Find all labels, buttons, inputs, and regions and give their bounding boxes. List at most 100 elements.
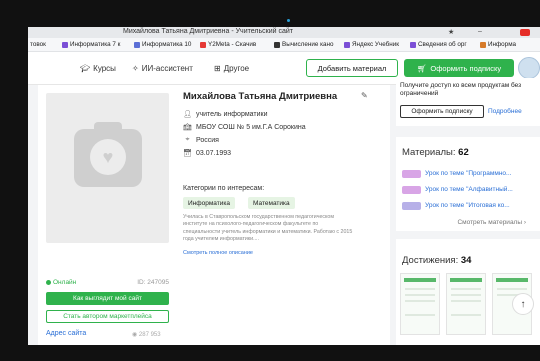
certificate-line xyxy=(405,314,435,316)
certificate-line xyxy=(451,300,481,302)
bookmark-item[interactable]: Яндекс Учебник xyxy=(344,41,399,48)
bookmark-item[interactable]: Вычисление кано xyxy=(274,41,333,48)
categories-title: Категории по интересам: xyxy=(183,185,265,192)
certificate-line xyxy=(451,314,481,316)
nav-ai-assistant[interactable]: ✧ ИИ-ассистент xyxy=(132,64,193,73)
bookmark-favicon-icon xyxy=(410,41,416,48)
full-description-link[interactable]: Смотреть полное описание xyxy=(183,250,253,256)
bookmark-favicon-icon xyxy=(134,41,140,48)
category-chip[interactable]: Информатика xyxy=(183,197,235,209)
site-address-link[interactable]: Адрес сайта xyxy=(46,330,86,337)
nav-label: Курсы xyxy=(93,64,116,73)
material-item[interactable]: Урок по теме "Алфавитный... xyxy=(402,185,513,194)
profile-country: ⌖ Россия xyxy=(183,136,219,144)
bookmark-item[interactable]: Информа xyxy=(480,41,516,48)
achievements-heading: Достижения: 34 xyxy=(402,255,471,266)
views-counter: ◉ 287 953 xyxy=(132,331,161,338)
certificate-band xyxy=(404,278,436,282)
window-title: Михайлова Татьяна Дмитриевна - Учительск… xyxy=(123,28,293,35)
material-tag xyxy=(402,185,421,194)
grid-icon: ⊞ xyxy=(214,64,221,73)
achievements-count: 34 xyxy=(460,255,472,266)
see-materials-link[interactable]: Смотреть материалы › xyxy=(457,219,526,226)
add-material-button[interactable]: Добавить материал xyxy=(306,59,398,77)
material-tag xyxy=(402,201,421,210)
edit-pencil-icon[interactable]: ✎ xyxy=(361,91,368,100)
material-tag xyxy=(402,169,421,178)
materials-heading: Материалы: 62 xyxy=(402,147,469,158)
promo-more-link[interactable]: Подробнее xyxy=(488,108,522,115)
certificate-thumbnail[interactable] xyxy=(400,273,440,335)
material-title: Урок по теме "Программно... xyxy=(425,170,512,177)
user-avatar[interactable] xyxy=(518,57,540,79)
bookmark-label: Информатика 7 к xyxy=(70,41,121,48)
bookmark-item[interactable]: Информатика 10 xyxy=(134,41,191,48)
school-icon: 🏫︎ xyxy=(183,124,192,131)
material-title: Урок по теме "Итоговая ко... xyxy=(425,202,510,209)
achievements-panel: Достижения: 34 xyxy=(396,239,540,345)
material-item[interactable]: Урок по теме "Итоговая ко... xyxy=(402,201,510,210)
material-title: Урок по теме "Алфавитный... xyxy=(425,186,513,193)
bookmark-favicon-icon xyxy=(62,41,68,48)
bookmark-label: Информатика 10 xyxy=(142,41,192,48)
nav-courses[interactable]: 🎓︎ Курсы xyxy=(80,64,116,73)
minimize-icon[interactable]: – xyxy=(478,28,482,35)
certificate-line xyxy=(405,300,435,302)
person-icon: 👤︎ xyxy=(183,111,192,118)
nav-other[interactable]: ⊞ Другое xyxy=(214,64,249,73)
certificate-line xyxy=(405,294,435,296)
school-text: МБОУ СОШ № 5 им.Г.А Сорокина xyxy=(196,123,306,131)
achievements-label: Достижения: xyxy=(402,255,459,266)
profile-id: ID: 247095 xyxy=(137,279,169,286)
bookmark-label: Вычисление кано xyxy=(282,41,334,48)
country-text: Россия xyxy=(196,136,219,144)
materials-count: 62 xyxy=(458,147,469,158)
bookmark-label: Информа xyxy=(488,41,517,48)
profile-photo-placeholder[interactable]: ♥ xyxy=(46,93,169,243)
bookmark-label: Яндекс Учебник xyxy=(352,41,399,48)
online-label: Онлайн xyxy=(53,279,77,286)
promo-subscribe-button[interactable]: Оформить подписку xyxy=(400,105,484,118)
material-item[interactable]: Урок по теме "Программно... xyxy=(402,169,511,178)
bookmark-favicon-icon xyxy=(274,41,280,48)
calendar-icon: 📅︎ xyxy=(183,150,192,157)
position-text: учитель информатики xyxy=(196,110,268,118)
bookmark-label: Y2Meta - Скачив xyxy=(208,41,257,48)
profile-date: 📅︎ 03.07.1993 xyxy=(183,149,231,158)
profile-position: 👤︎ учитель информатики xyxy=(183,110,268,119)
bookmark-item[interactable]: Y2Meta - Скачив xyxy=(200,41,256,48)
youtube-icon[interactable] xyxy=(520,29,530,36)
scroll-to-top-button[interactable]: ↑ xyxy=(512,293,534,315)
bookmark-item[interactable]: товок xyxy=(30,41,46,48)
heart-icon: ♥ xyxy=(90,139,126,175)
subscribe-label: Оформить подписку xyxy=(430,63,502,73)
bookmark-item[interactable]: Сведения об орг xyxy=(410,41,467,48)
profile-school: 🏫︎ МБОУ СОШ № 5 им.Г.А Сорокина xyxy=(183,123,306,132)
cart-icon: 🛒︎ xyxy=(416,63,427,73)
subscription-promo: Получите доступ ко всем продуктам без ог… xyxy=(396,78,540,126)
window-titlebar: Михайлова Татьяна Дмитриевна - Учительск… xyxy=(28,27,540,38)
laptop-frame: Михайлова Татьяна Дмитриевна - Учительск… xyxy=(0,0,540,361)
graduation-cap-icon: 🎓︎ xyxy=(80,64,91,73)
bookmarks-bar: товок Информатика 7 к Информатика 10 Y2M… xyxy=(28,38,540,52)
certificate-line xyxy=(451,294,481,296)
materials-panel: Материалы: 62 Урок по теме "Программно..… xyxy=(396,137,540,231)
bookmark-favicon-icon xyxy=(480,41,486,48)
profile-card: ♥ Онлайн ID: 247095 Как выглядит мой сай… xyxy=(38,85,390,345)
bookmark-star-icon[interactable]: ★ xyxy=(448,28,454,36)
eye-icon: ◉ xyxy=(132,332,139,338)
category-chip[interactable]: Математика xyxy=(248,197,295,209)
profile-bio: Училась в Ставропольском государственном… xyxy=(183,214,353,242)
views-value: 287 953 xyxy=(138,332,161,338)
certificate-thumbnail[interactable] xyxy=(446,273,486,335)
location-pin-icon: ⌖ xyxy=(185,136,190,143)
subscribe-button[interactable]: 🛒︎ Оформить подписку xyxy=(404,59,514,77)
sparkle-icon: ✧ xyxy=(132,64,139,73)
view-my-site-button[interactable]: Как выглядит мой сайт xyxy=(46,292,169,305)
bookmark-item[interactable]: Информатика 7 к xyxy=(62,41,120,48)
materials-label: Материалы: xyxy=(402,147,456,158)
become-author-button[interactable]: Стать автором маркетплейса xyxy=(46,310,169,323)
certificate-line xyxy=(497,288,527,290)
certificate-line xyxy=(451,288,481,290)
bookmark-label: Сведения об орг xyxy=(418,41,467,48)
